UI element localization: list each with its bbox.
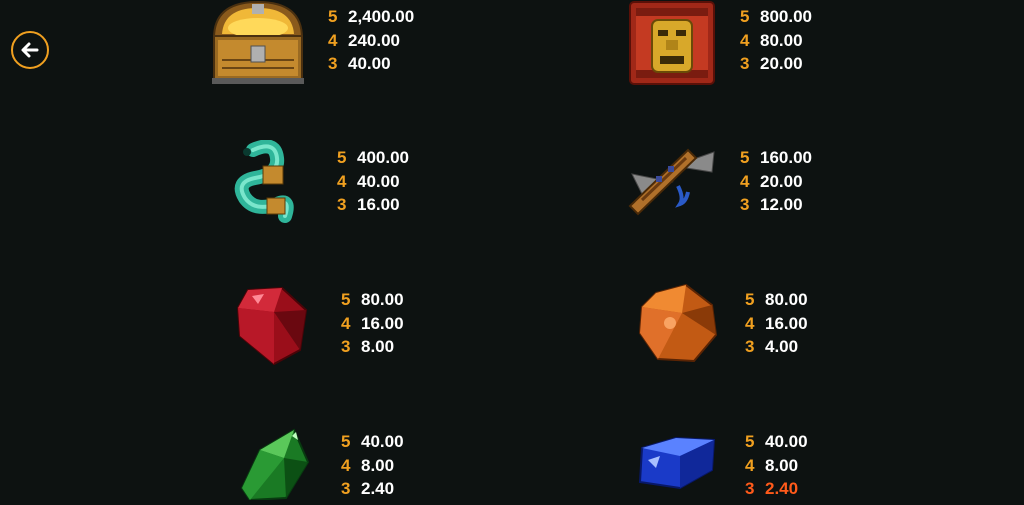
payout-count: 4: [740, 171, 750, 191]
payout-amount: 40.00: [765, 432, 808, 451]
payout-amount: 800.00: [760, 7, 812, 26]
payout-list: 5 160.00 4 20.00 3 12.00: [740, 146, 812, 217]
payout-row: 3 8.00: [341, 335, 404, 359]
payout-row: 4 80.00: [740, 29, 812, 53]
payout-amount: 160.00: [760, 148, 812, 167]
payout-amount: 8.00: [765, 455, 799, 475]
payout-list: 5 2,400.00 4 240.00 3 40.00: [328, 5, 414, 76]
blue-gem-icon: [636, 434, 718, 495]
back-button[interactable]: [11, 31, 49, 69]
payout-list: 5 40.00 4 8.00 3 2.40: [341, 430, 404, 501]
payout-row: 4 40.00: [337, 170, 409, 194]
payout-list: 5 80.00 4 16.00 3 4.00: [745, 288, 808, 359]
payout-count: 4: [740, 30, 750, 50]
payout-row: 3 40.00: [328, 52, 414, 76]
payout-list: 5 800.00 4 80.00 3 20.00: [740, 5, 812, 76]
red-gem-icon: [234, 286, 312, 371]
payout-list: 5 80.00 4 16.00 3 8.00: [341, 288, 404, 359]
payout-row: 4 8.00: [745, 454, 808, 478]
payout-amount: 2.40: [765, 479, 799, 498]
payout-amount: 80.00: [760, 30, 803, 50]
payout-row: 3 20.00: [740, 52, 812, 76]
payout-row: 3 4.00: [745, 335, 808, 359]
payout-amount: 80.00: [361, 290, 404, 309]
payout-row: 3 2.40: [341, 477, 404, 501]
payout-count: 4: [337, 171, 347, 191]
payout-count: 4: [745, 455, 755, 475]
payout-row: 4 20.00: [740, 170, 812, 194]
payout-row: 3 12.00: [740, 193, 812, 217]
payout-count: 5: [745, 432, 755, 451]
aztec-idol-icon: [628, 0, 716, 91]
payout-count: 5: [337, 148, 347, 167]
payout-amount: 4.00: [765, 337, 799, 356]
payout-count: 3: [745, 479, 755, 498]
payout-count: 3: [341, 479, 351, 498]
payout-amount: 40.00: [361, 432, 404, 451]
payout-row: 5 2,400.00: [328, 5, 414, 29]
payout-amount: 16.00: [765, 313, 808, 333]
payout-row: 4 240.00: [328, 29, 414, 53]
orange-gem-icon: [636, 283, 720, 370]
payout-amount: 2,400.00: [348, 7, 415, 26]
payout-row: 4 8.00: [341, 454, 404, 478]
payout-amount: 2.40: [361, 479, 395, 498]
payout-amount: 16.00: [361, 313, 404, 333]
payout-count: 3: [337, 195, 347, 214]
payout-list: 5 40.00 4 8.00 3 2.40: [745, 430, 808, 501]
payout-amount: 8.00: [361, 337, 395, 356]
payout-amount: 400.00: [357, 148, 409, 167]
payout-count: 4: [341, 455, 351, 475]
payout-amount: 40.00: [348, 54, 391, 73]
payout-count: 5: [745, 290, 755, 309]
payout-count: 4: [745, 313, 755, 333]
payout-row: 5 40.00: [745, 430, 808, 454]
payout-amount: 12.00: [760, 195, 803, 214]
payout-row: 3 16.00: [337, 193, 409, 217]
payout-list: 5 400.00 4 40.00 3 16.00: [337, 146, 409, 217]
payout-count: 3: [740, 195, 750, 214]
payout-amount: 16.00: [357, 195, 400, 214]
green-gem-icon: [238, 428, 314, 505]
arrow-left-icon: [21, 42, 39, 58]
payout-row: 5 400.00: [337, 146, 409, 170]
payout-row: 4 16.00: [341, 312, 404, 336]
payout-row: 5 80.00: [341, 288, 404, 312]
payout-amount: 20.00: [760, 171, 803, 191]
payout-row: 4 16.00: [745, 312, 808, 336]
payout-row: 5 800.00: [740, 5, 812, 29]
payout-count: 5: [740, 148, 750, 167]
payout-count: 3: [745, 337, 755, 356]
payout-count: 3: [328, 54, 338, 73]
payout-count: 5: [328, 7, 338, 26]
serpent-icon: [225, 139, 305, 231]
payout-count: 4: [341, 313, 351, 333]
payout-count: 3: [341, 337, 351, 356]
payout-amount: 20.00: [760, 54, 803, 73]
pan-flute-icon: [622, 142, 718, 223]
payout-count: 3: [740, 54, 750, 73]
payout-amount: 40.00: [357, 171, 400, 191]
payout-amount: 80.00: [765, 290, 808, 309]
payout-count: 5: [740, 7, 750, 26]
payout-amount: 8.00: [361, 455, 395, 475]
payout-count: 4: [328, 30, 338, 50]
payout-row: 5 160.00: [740, 146, 812, 170]
payout-row: 5 80.00: [745, 288, 808, 312]
payout-count: 5: [341, 290, 351, 309]
payout-count: 5: [341, 432, 351, 451]
treasure-chest-icon: [208, 0, 308, 91]
payout-amount: 240.00: [348, 30, 400, 50]
payout-row-highlighted: 3 2.40: [745, 477, 808, 501]
payout-row: 5 40.00: [341, 430, 404, 454]
